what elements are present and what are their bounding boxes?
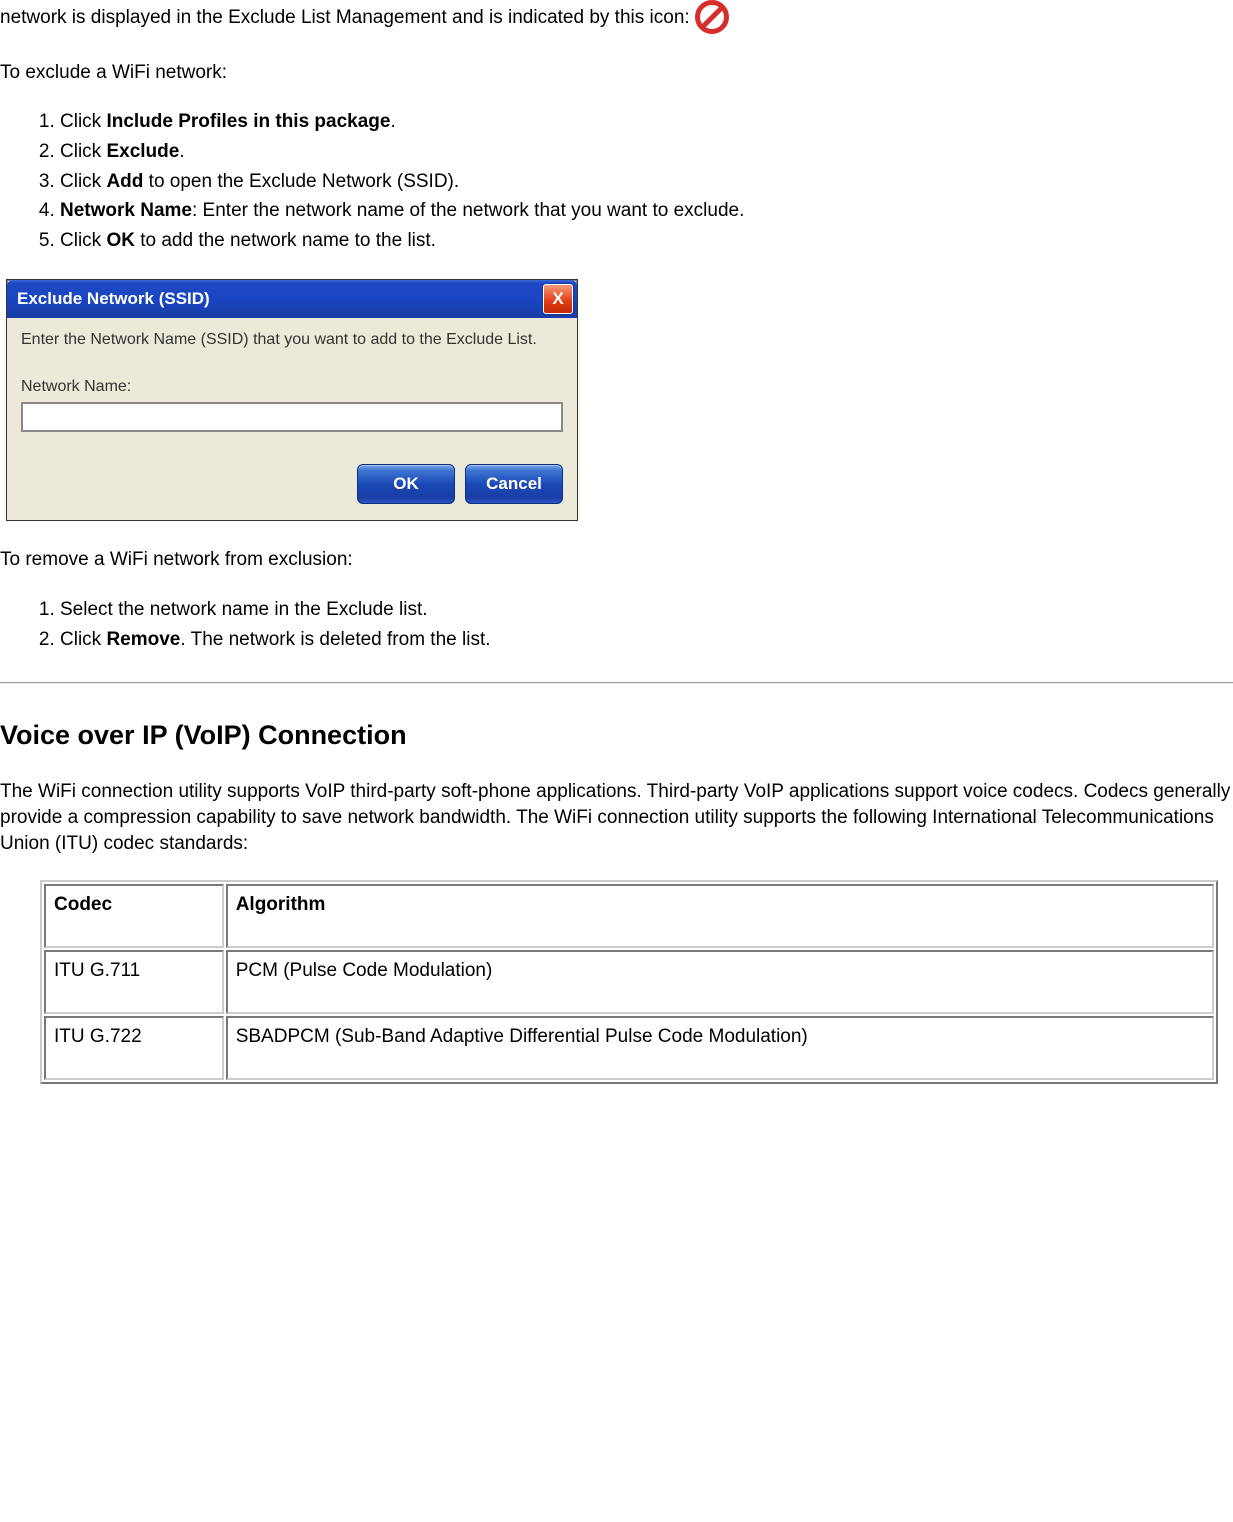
intro-text: network is displayed in the Exclude List… (0, 7, 690, 28)
cell-codec: ITU G.722 (44, 1016, 224, 1080)
dialog-button-row: OK Cancel (21, 460, 563, 506)
table-header-row: Codec Algorithm (44, 884, 1214, 948)
ok-button[interactable]: OK (357, 464, 455, 504)
cancel-button[interactable]: Cancel (465, 464, 563, 504)
table-row: ITU G.722 SBADPCM (Sub-Band Adaptive Dif… (44, 1016, 1214, 1080)
cell-algorithm: PCM (Pulse Code Modulation) (226, 950, 1214, 1014)
close-icon: X (552, 289, 563, 309)
divider (0, 682, 1233, 684)
dialog-body: Enter the Network Name (SSID) that you w… (7, 318, 577, 520)
cell-codec: ITU G.711 (44, 950, 224, 1014)
list-item: Click Add to open the Exclude Network (S… (60, 169, 1233, 195)
dialog-title: Exclude Network (SSID) (17, 289, 210, 309)
header-algorithm: Algorithm (226, 884, 1214, 948)
close-button[interactable]: X (543, 284, 573, 314)
dialog-instruction: Enter the Network Name (SSID) that you w… (21, 330, 563, 350)
network-name-label: Network Name: (21, 378, 563, 396)
cell-algorithm: SBADPCM (Sub-Band Adaptive Differential … (226, 1016, 1214, 1080)
table-row: ITU G.711 PCM (Pulse Code Modulation) (44, 950, 1214, 1014)
exclude-steps-list: Click Include Profiles in this package. … (0, 109, 1233, 253)
list-item: Network Name: Enter the network name of … (60, 198, 1233, 224)
remove-steps-list: Select the network name in the Exclude l… (0, 597, 1233, 652)
dialog-titlebar[interactable]: Exclude Network (SSID) X (7, 280, 577, 318)
prohibit-icon (695, 0, 729, 36)
list-item: Click Exclude. (60, 139, 1233, 165)
voip-paragraph: The WiFi connection utility supports VoI… (0, 779, 1233, 856)
exclude-heading: To exclude a WiFi network: (0, 60, 1233, 86)
intro-paragraph: network is displayed in the Exclude List… (0, 0, 1233, 36)
exclude-network-dialog: Exclude Network (SSID) X Enter the Netwo… (6, 279, 578, 521)
remove-heading: To remove a WiFi network from exclusion: (0, 547, 1233, 573)
list-item: Click Include Profiles in this package. (60, 109, 1233, 135)
voip-heading: Voice over IP (VoIP) Connection (0, 720, 1233, 751)
list-item: Click Remove. The network is deleted fro… (60, 627, 1233, 653)
network-name-input[interactable] (21, 402, 563, 432)
list-item: Select the network name in the Exclude l… (60, 597, 1233, 623)
list-item: Click OK to add the network name to the … (60, 228, 1233, 254)
header-codec: Codec (44, 884, 224, 948)
codec-table: Codec Algorithm ITU G.711 PCM (Pulse Cod… (40, 880, 1218, 1084)
